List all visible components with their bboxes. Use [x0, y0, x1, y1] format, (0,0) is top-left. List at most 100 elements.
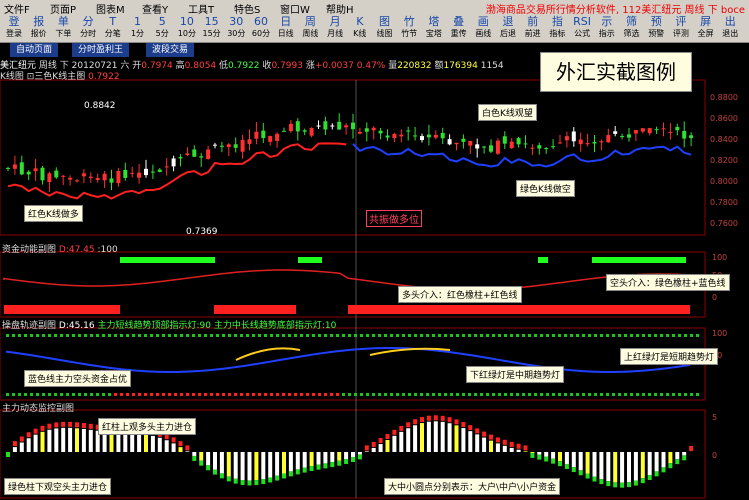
candle-body — [654, 129, 659, 131]
panel2-green-bar — [592, 257, 686, 263]
monitor-bar — [68, 427, 73, 452]
dots-callout: 大中小圆点分别表示：大户\中户\小户资金 — [384, 478, 561, 495]
top-light-dot — [582, 334, 585, 337]
monitor-bar — [558, 452, 562, 462]
monitor-dot — [578, 470, 583, 476]
bottom-light-dot — [678, 393, 681, 396]
panel2-green-bar — [538, 257, 548, 263]
top-light-dot — [330, 334, 333, 337]
candle-body — [571, 131, 576, 142]
panel-axis-label: 0 — [712, 293, 717, 302]
top-light-dot — [168, 334, 171, 337]
bottom-light-dot — [624, 393, 627, 396]
candle-body — [392, 133, 397, 139]
red-bar-callout: 红柱上观多头主力进仓 — [98, 418, 197, 435]
panel2-red-bar — [348, 305, 690, 314]
monitor-bar — [295, 452, 300, 470]
bottom-light-dot — [672, 393, 675, 396]
panel-axis-label: 0 — [712, 451, 717, 460]
top-light-dot — [414, 334, 417, 337]
top-light-dot — [540, 334, 543, 337]
candle-body — [447, 139, 452, 145]
top-light-dot — [54, 334, 57, 337]
bottom-light-dot — [324, 393, 327, 396]
monitor-bar — [399, 431, 404, 452]
monitor-bar — [489, 440, 493, 452]
top-light-dot — [216, 334, 219, 337]
bottom-light-dot — [144, 393, 147, 396]
monitor-bar — [219, 452, 224, 474]
bottom-light-dot — [654, 393, 657, 396]
panel-axis-label: 5 — [712, 413, 717, 422]
monitor-dot — [530, 452, 535, 458]
candle-body — [68, 177, 73, 180]
bottom-light-dot — [354, 393, 357, 396]
top-light-dot — [666, 334, 669, 337]
top-light-dot — [102, 334, 105, 337]
bottom-light-dot — [240, 393, 243, 396]
candle-body — [295, 121, 300, 132]
monitor-dot — [199, 460, 204, 466]
monitor-bar — [88, 429, 93, 452]
top-light-dot — [180, 334, 183, 337]
monitor-bar — [178, 447, 183, 452]
monitor-bar — [578, 452, 583, 471]
monitor-dot — [675, 459, 680, 465]
top-light-dot — [378, 334, 381, 337]
candle-body — [6, 167, 10, 169]
monitor-bar — [413, 425, 418, 452]
bottom-light-dot — [180, 393, 183, 396]
top-light-dot — [336, 334, 339, 337]
monitor-dot — [206, 465, 211, 471]
monitor-dot — [233, 478, 238, 484]
bottom-light-dot — [594, 393, 597, 396]
green-bar-callout: 绿色柱下观空头主力进仓 — [4, 478, 112, 495]
bottom-light-dot — [576, 393, 579, 396]
monitor-dot — [475, 428, 480, 434]
candle-body — [75, 180, 79, 182]
candle-body — [144, 168, 148, 176]
monitor-bar — [330, 452, 335, 463]
bottom-light-dot — [396, 393, 399, 396]
bottom-light-dot — [630, 393, 633, 396]
candle-body — [633, 130, 638, 134]
top-light-dot — [48, 334, 51, 337]
ma-red-line — [7, 142, 347, 200]
monitor-dot — [288, 471, 293, 477]
monitor-bar — [613, 452, 618, 483]
top-light-dot — [528, 334, 531, 337]
candle-body — [558, 142, 562, 144]
top-light-dot — [126, 334, 129, 337]
bottom-light-dot — [492, 393, 495, 396]
candle-body — [620, 136, 625, 138]
top-light-dot — [72, 334, 75, 337]
candle-body — [668, 131, 673, 133]
candle-body — [33, 168, 38, 172]
monitor-bar — [75, 428, 79, 452]
top-light-dot — [690, 334, 693, 337]
monitor-dot — [489, 434, 493, 440]
monitor-dot — [316, 464, 321, 470]
monitor-dot — [268, 477, 273, 483]
monitor-dot — [357, 454, 362, 460]
candle-body — [316, 125, 321, 127]
bottom-light-dot — [666, 393, 669, 396]
monitor-dot — [544, 456, 549, 462]
candle-body — [130, 172, 135, 174]
monitor-dot — [185, 445, 190, 451]
top-light-dot — [588, 334, 591, 337]
candle-body — [268, 136, 273, 142]
candle-body — [12, 164, 17, 169]
red-k-callout: 红色K线做多 — [24, 205, 83, 222]
top-light-dot — [222, 334, 225, 337]
bottom-light-dot — [132, 393, 135, 396]
bottom-light-dot — [534, 393, 537, 396]
monitor-dot — [461, 422, 466, 428]
bottom-light-dot — [660, 393, 663, 396]
monitor-bar — [47, 429, 52, 452]
top-light-dot — [294, 334, 297, 337]
candle-body — [509, 141, 514, 149]
monitor-bar — [206, 452, 211, 466]
monitor-bar — [426, 421, 431, 452]
panel-axis-label: 100 — [712, 253, 727, 262]
